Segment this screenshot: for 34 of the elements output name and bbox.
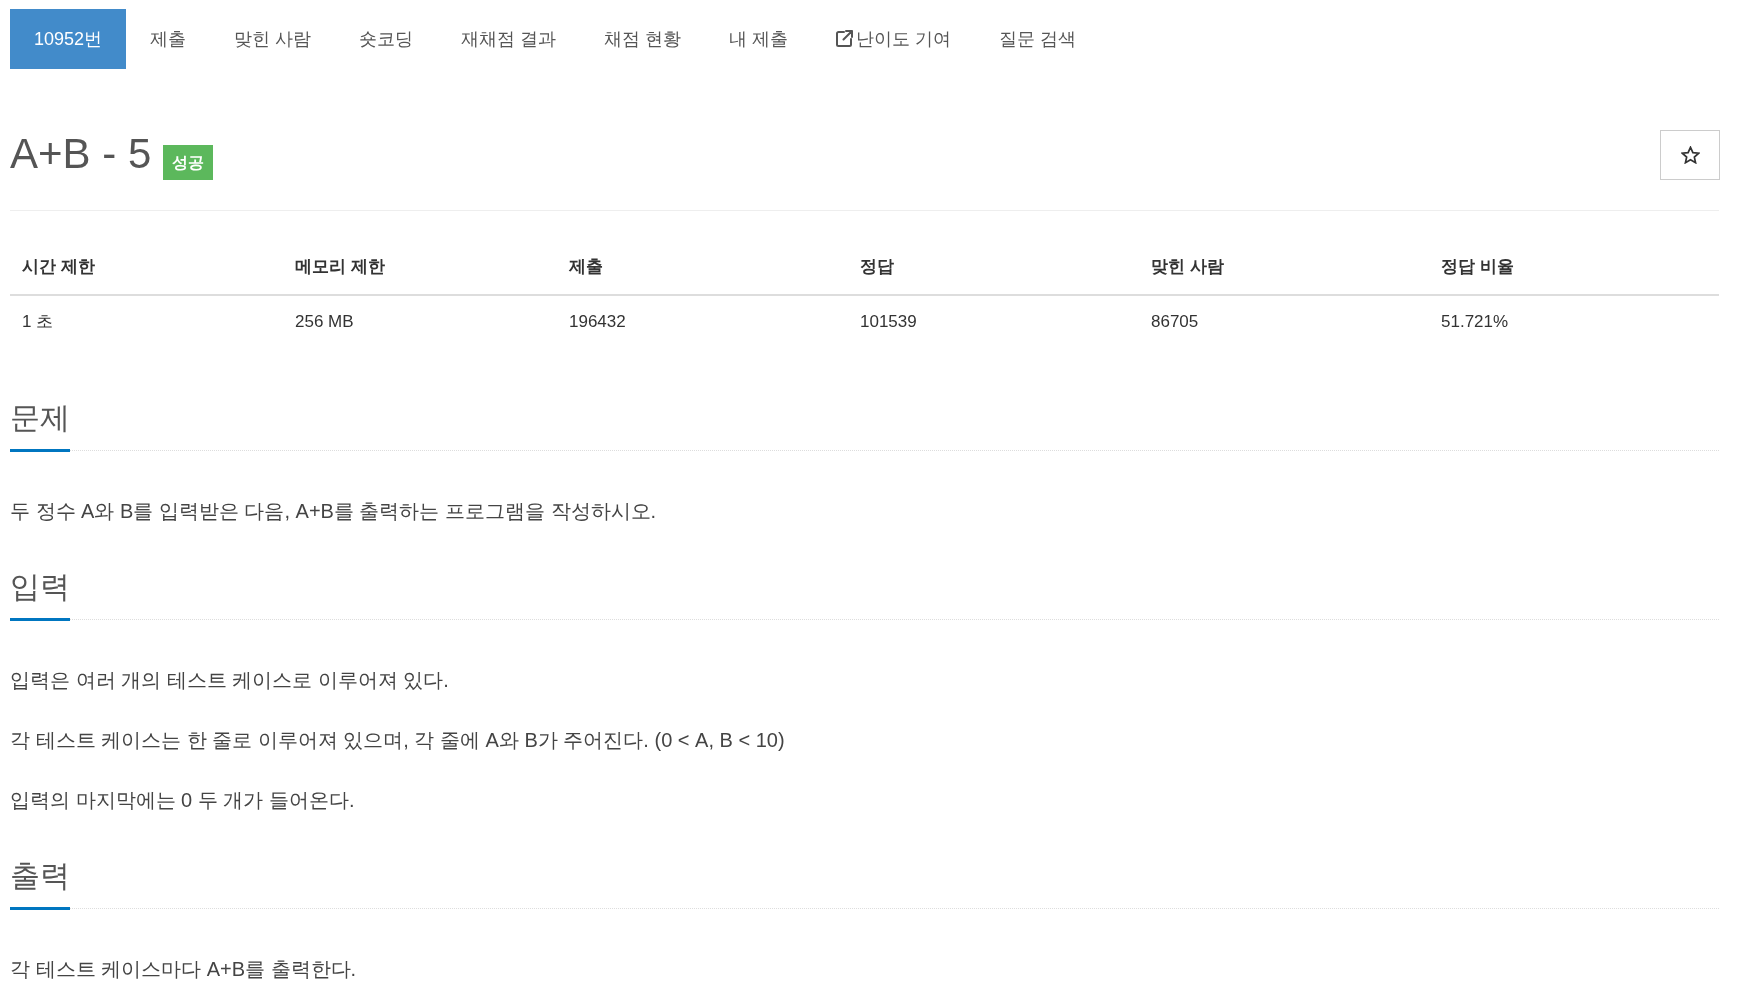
favorite-button[interactable] bbox=[1660, 130, 1720, 180]
result-badge: 성공 bbox=[163, 144, 214, 180]
paragraph: 입력의 마지막에는 0 두 개가 들어온다. bbox=[10, 788, 356, 813]
column-header: 정답 bbox=[848, 243, 1139, 296]
tab[interactable]: 10952번 bbox=[10, 9, 127, 69]
table-cell-text: 196432 bbox=[568, 311, 627, 333]
paragraph: 각 테스트 케이스는 한 줄로 이루어져 있으며, 각 줄에 A와 B가 주어진다. (0 < A, B < 10) bbox=[10, 728, 786, 753]
tab[interactable]: 난이도 기여 bbox=[812, 9, 976, 69]
column-header: 정답 비율 bbox=[1429, 243, 1719, 296]
tab[interactable]: 내 제출 bbox=[705, 9, 813, 69]
column-header: 시간 제한 bbox=[10, 243, 283, 296]
paragraph: 두 정수 A와 B를 입력받은 다음, A+B를 출력하는 프로그램을 작성하시오. bbox=[10, 499, 658, 524]
tab[interactable]: 재채점 결과 bbox=[437, 9, 581, 69]
section-heading: 출력 bbox=[10, 859, 70, 892]
section-heading: 문제 bbox=[10, 401, 70, 434]
problem-title: A+B - 5 bbox=[10, 130, 152, 177]
table-cell-text: 1 초 bbox=[21, 311, 55, 333]
tab[interactable]: 숏코딩 bbox=[335, 9, 438, 69]
tab[interactable]: 채점 현황 bbox=[580, 9, 706, 69]
table-cell-text: 51.721% bbox=[1440, 311, 1510, 333]
column-header: 제출 bbox=[557, 243, 848, 296]
column-header: 메모리 제한 bbox=[283, 243, 557, 296]
table-cell-text: 101539 bbox=[859, 311, 918, 333]
tab[interactable]: 질문 검색 bbox=[975, 9, 1101, 69]
external-link-icon bbox=[836, 29, 854, 47]
table-cell-text: 256 MB bbox=[294, 311, 355, 333]
tab[interactable]: 맞힌 사람 bbox=[210, 9, 336, 69]
paragraph: 각 테스트 케이스마다 A+B를 출력한다. bbox=[10, 957, 358, 982]
column-header: 맞힌 사람 bbox=[1139, 243, 1429, 296]
tab[interactable]: 제출 bbox=[126, 9, 211, 69]
paragraph: 입력은 여러 개의 테스트 케이스로 이루어져 있다. bbox=[10, 668, 450, 693]
star-icon bbox=[1680, 146, 1700, 164]
section-heading: 입력 bbox=[10, 570, 70, 603]
table-cell-text: 86705 bbox=[1150, 311, 1200, 333]
